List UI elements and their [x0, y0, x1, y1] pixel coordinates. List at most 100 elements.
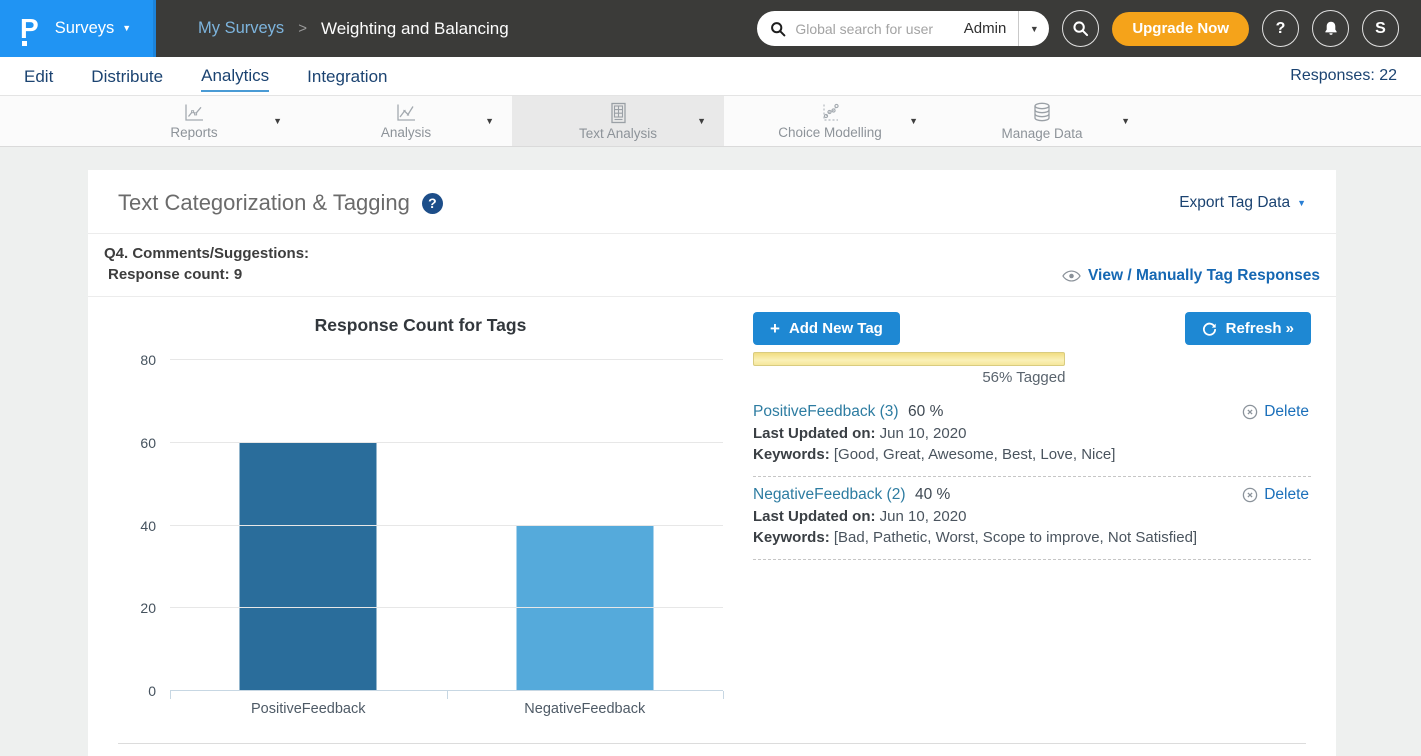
refresh-icon: [1202, 321, 1217, 336]
bar-chart-plot: 020406080: [170, 360, 723, 691]
gridline: [170, 442, 723, 443]
nav-analytics[interactable]: Analytics: [201, 60, 269, 92]
progress-label-row: 56% Tagged: [753, 369, 1065, 386]
y-axis-tick-label: 20: [118, 600, 156, 616]
last-updated-value: Jun 10, 2020: [876, 508, 967, 525]
chart-column: Response Count for Tags 020406080 Positi…: [118, 305, 738, 717]
bell-icon: [1323, 20, 1339, 37]
tool-reports[interactable]: Reports ▼: [88, 96, 300, 146]
tag-percent: 60 %: [908, 403, 943, 420]
breadcrumb: My Surveys > Weighting and Balancing: [198, 19, 509, 39]
help-icon[interactable]: ?: [422, 193, 443, 214]
questionpro-logo-icon[interactable]: P: [20, 15, 39, 43]
x-axis-label: NegativeFeedback: [447, 701, 724, 717]
eye-icon: [1062, 270, 1081, 282]
nav-distribute[interactable]: Distribute: [91, 61, 163, 91]
keywords-label: Keywords:: [753, 446, 830, 463]
global-search[interactable]: Admin ▼: [757, 11, 1049, 46]
tag-name-link[interactable]: NegativeFeedback (2): [753, 486, 906, 503]
x-axis-label: PositiveFeedback: [170, 701, 447, 717]
breadcrumb-my-surveys[interactable]: My Surveys: [198, 19, 284, 38]
nav-integration[interactable]: Integration: [307, 61, 387, 91]
card-header: Text Categorization & Tagging ? Export T…: [88, 170, 1336, 234]
delete-label: Delete: [1264, 403, 1309, 421]
tool-text-analysis[interactable]: Text Analysis ▼: [512, 96, 724, 146]
breadcrumb-current-survey: Weighting and Balancing: [321, 19, 509, 39]
chevron-down-icon: ▼: [1297, 199, 1306, 208]
survey-nav: Edit Distribute Analytics Integration Re…: [0, 57, 1421, 95]
bar-slot: [447, 360, 724, 691]
search-icon: [770, 21, 786, 37]
chevron-down-icon[interactable]: ▼: [909, 116, 918, 126]
bar-slot: [170, 360, 447, 691]
question-row: Q4. Comments/Suggestions: Response count…: [88, 234, 1336, 297]
add-new-tag-button[interactable]: + Add New Tag: [753, 312, 900, 345]
search-button[interactable]: [1062, 10, 1099, 47]
chart-title: Response Count for Tags: [118, 315, 723, 336]
refresh-button[interactable]: Refresh »: [1185, 312, 1311, 345]
breadcrumb-separator-icon: >: [298, 20, 307, 37]
chevron-down-icon[interactable]: ▼: [273, 116, 282, 126]
circle-x-icon: [1242, 487, 1258, 503]
export-tag-data-label: Export Tag Data: [1179, 194, 1290, 212]
plus-icon: +: [770, 320, 780, 337]
card-body: Response Count for Tags 020406080 Positi…: [88, 297, 1336, 717]
export-tag-data-dropdown[interactable]: Export Tag Data ▼: [1179, 194, 1306, 212]
keywords-label: Keywords:: [753, 529, 830, 546]
y-axis-tick-label: 60: [118, 435, 156, 451]
last-updated-value: Jun 10, 2020: [876, 425, 967, 442]
help-button[interactable]: ?: [1262, 10, 1299, 47]
chevron-down-icon[interactable]: ▼: [485, 116, 494, 126]
surveys-menu[interactable]: Surveys ▼: [55, 19, 132, 38]
tag-row-negative: NegativeFeedback (2) 40 % Last Updated o…: [753, 477, 1311, 560]
tagged-progress: 56% Tagged: [753, 352, 1311, 386]
keywords-value: [Bad, Pathetic, Worst, Scope to improve,…: [830, 529, 1197, 546]
tag-name-link[interactable]: PositiveFeedback (3): [753, 403, 899, 420]
tags-column: + Add New Tag Refresh » 56% Tagged: [738, 305, 1311, 717]
tool-text-analysis-label: Text Analysis: [579, 126, 657, 141]
surveys-menu-label: Surveys: [55, 19, 115, 38]
bar-PositiveFeedback[interactable]: [240, 442, 377, 690]
x-axis-tick: [447, 691, 448, 699]
tool-analysis[interactable]: Analysis ▼: [300, 96, 512, 146]
chevron-down-icon[interactable]: ▼: [1121, 116, 1130, 126]
chevron-down-icon[interactable]: ▼: [697, 116, 706, 126]
y-axis-tick-label: 0: [118, 683, 156, 699]
delete-tag-link[interactable]: Delete: [1242, 403, 1309, 421]
progress-fill: [753, 352, 1065, 366]
product-menu[interactable]: P Surveys ▼: [0, 0, 156, 57]
line-chart-icon: [182, 103, 206, 123]
global-search-input[interactable]: [786, 21, 963, 37]
nav-edit[interactable]: Edit: [24, 61, 53, 91]
x-axis-labels: PositiveFeedbackNegativeFeedback: [170, 701, 723, 717]
responses-count: Responses: 22: [1290, 67, 1397, 85]
tagged-percent-label: 56% Tagged: [982, 369, 1065, 386]
search-scope-dropdown[interactable]: ▼: [1019, 24, 1049, 34]
upgrade-now-button[interactable]: Upgrade Now: [1112, 12, 1249, 46]
gridline: [170, 525, 723, 526]
gridline: [170, 607, 723, 608]
x-axis-tick: [723, 691, 724, 699]
tag-percent: 40 %: [915, 486, 950, 503]
tag-list: PositiveFeedback (3) 60 % Last Updated o…: [753, 394, 1311, 560]
view-manually-tag-link[interactable]: View / Manually Tag Responses: [1062, 267, 1320, 285]
y-axis-tick-label: 40: [118, 518, 156, 534]
circle-x-icon: [1242, 404, 1258, 420]
avatar[interactable]: S: [1362, 10, 1399, 47]
text-analysis-icon: [607, 102, 629, 124]
bars-row: [170, 360, 723, 691]
notifications-button[interactable]: [1312, 10, 1349, 47]
card-bottom-divider: [118, 743, 1306, 753]
page-title: Text Categorization & Tagging: [118, 190, 410, 216]
text-tagging-card: Text Categorization & Tagging ? Export T…: [88, 170, 1336, 756]
tool-analysis-label: Analysis: [381, 125, 431, 140]
tool-choice-modelling[interactable]: Choice Modelling ▼: [724, 96, 936, 146]
tool-manage-data[interactable]: Manage Data ▼: [936, 96, 1148, 146]
y-axis-tick-label: 80: [118, 352, 156, 368]
database-icon: [1030, 102, 1054, 124]
view-manually-tag-label: View / Manually Tag Responses: [1088, 267, 1320, 285]
delete-tag-link[interactable]: Delete: [1242, 486, 1309, 504]
header-actions: Admin ▼ Upgrade Now ? S: [757, 10, 1421, 47]
scatter-chart-icon: [818, 103, 842, 123]
search-scope-label: Admin: [964, 20, 1019, 37]
